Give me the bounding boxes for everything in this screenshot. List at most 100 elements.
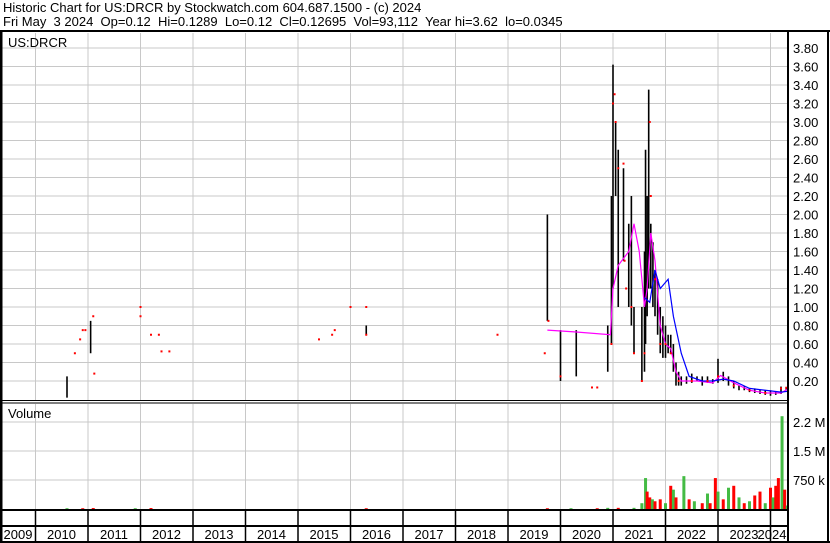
price-tick-label: 1.00 [793,300,818,315]
volume-bar [780,416,784,509]
price-tick-label: 1.80 [793,226,818,241]
close-point [150,333,152,336]
close-point [610,343,613,345]
volume-bar [732,485,736,509]
volume-bar [653,501,657,509]
close-point [614,121,617,123]
volume-bar [721,499,725,509]
close-point [613,93,616,96]
symbol-label: US:DRCR [8,35,67,50]
volume-bar [632,507,636,509]
close-point [547,319,550,322]
volume-bar [776,478,780,509]
volume-bar [774,485,778,509]
volume-bar [65,508,69,509]
close-point [365,306,368,308]
volume-bar [753,495,757,509]
close-point [84,329,87,332]
close-point [643,352,646,355]
stock-chart: US:DRCR Volume 0.20 0.40 0.60 0.80 1.00 1.20 1… [0,30,830,543]
volume-bar [769,487,772,509]
close-point [633,352,635,355]
price-tick-label: 2.80 [793,134,818,149]
volume-bar [648,497,652,509]
volume-bar [671,489,675,509]
price-tick-label: 0.20 [793,374,818,389]
volume-bar [682,476,686,509]
volume-bar [91,508,95,509]
volume-bar [713,478,717,509]
year-tick-label: 2020 [572,527,601,542]
price-tick-label: 2.60 [793,152,818,167]
year-tick-label: 2021 [625,527,654,542]
year-tick-label: 2019 [520,527,549,542]
volume-bar [650,499,654,509]
volume-bar [758,491,762,509]
volume-bar [708,503,712,509]
close-point [623,259,626,262]
close-point [764,392,767,395]
moving-average-short-line [547,223,790,394]
year-tick-label: 2009 [4,527,33,542]
price-tick-label: 3.00 [793,115,818,130]
close-point [349,306,352,308]
volume-bar [727,487,730,509]
year-tick-label: 2018 [467,527,496,542]
volume-tick-label: 2.2 M [793,415,826,430]
close-point [706,380,709,382]
price-tick-label: 3.60 [793,60,818,75]
volume-bar [149,508,153,509]
year-tick-label: 2023 [730,527,759,542]
close-point [690,380,693,382]
year-tick-label: 2011 [100,527,128,542]
price-tick-label: 3.20 [793,97,818,112]
close-point [648,121,651,123]
close-point [92,315,95,318]
volume-bar [687,499,691,509]
close-point [630,306,633,308]
close-point [622,162,625,165]
price-tick-label: 2.40 [793,171,818,186]
volume-bar [133,508,137,509]
volume-bar [700,503,704,509]
close-point [365,333,368,336]
year-tick-label: 2024 [758,527,787,542]
close-point [640,380,643,382]
volume-bar [545,508,549,509]
year-tick-label: 2022 [677,527,706,542]
price-tick-label: 2.00 [793,208,818,223]
volume-bar [763,503,767,509]
close-point [73,352,76,355]
close-point [659,343,662,345]
volume-bar [742,503,746,509]
volume-bar [716,491,720,509]
close-point [677,380,680,382]
volume-bar [737,497,741,509]
volume-bar [783,489,787,509]
price-tick-label: 2.20 [793,189,818,204]
close-point [596,386,599,389]
close-point [717,375,719,378]
close-point [780,387,782,390]
close-point [625,287,628,290]
price-tick-label: 0.80 [793,319,818,334]
year-tick-label: 2017 [415,527,444,542]
year-tick-label: 2014 [257,527,286,542]
close-point [160,350,163,353]
volume-bar [616,507,620,509]
volume-bar [748,501,751,509]
volume-bar [595,508,599,509]
close-point [543,352,546,355]
close-point [649,195,652,197]
volume-bar [669,485,673,509]
price-tick-label: 1.40 [793,263,818,278]
price-tick-label: 0.40 [793,356,818,371]
close-point [139,315,142,318]
close-point [496,333,499,336]
volume-bar [606,507,610,509]
volume-tick-label: 1.5 M [793,444,826,459]
volume-bar [706,493,709,509]
volume-bar [645,491,649,509]
close-point [81,329,84,332]
volume-bar [658,499,662,509]
